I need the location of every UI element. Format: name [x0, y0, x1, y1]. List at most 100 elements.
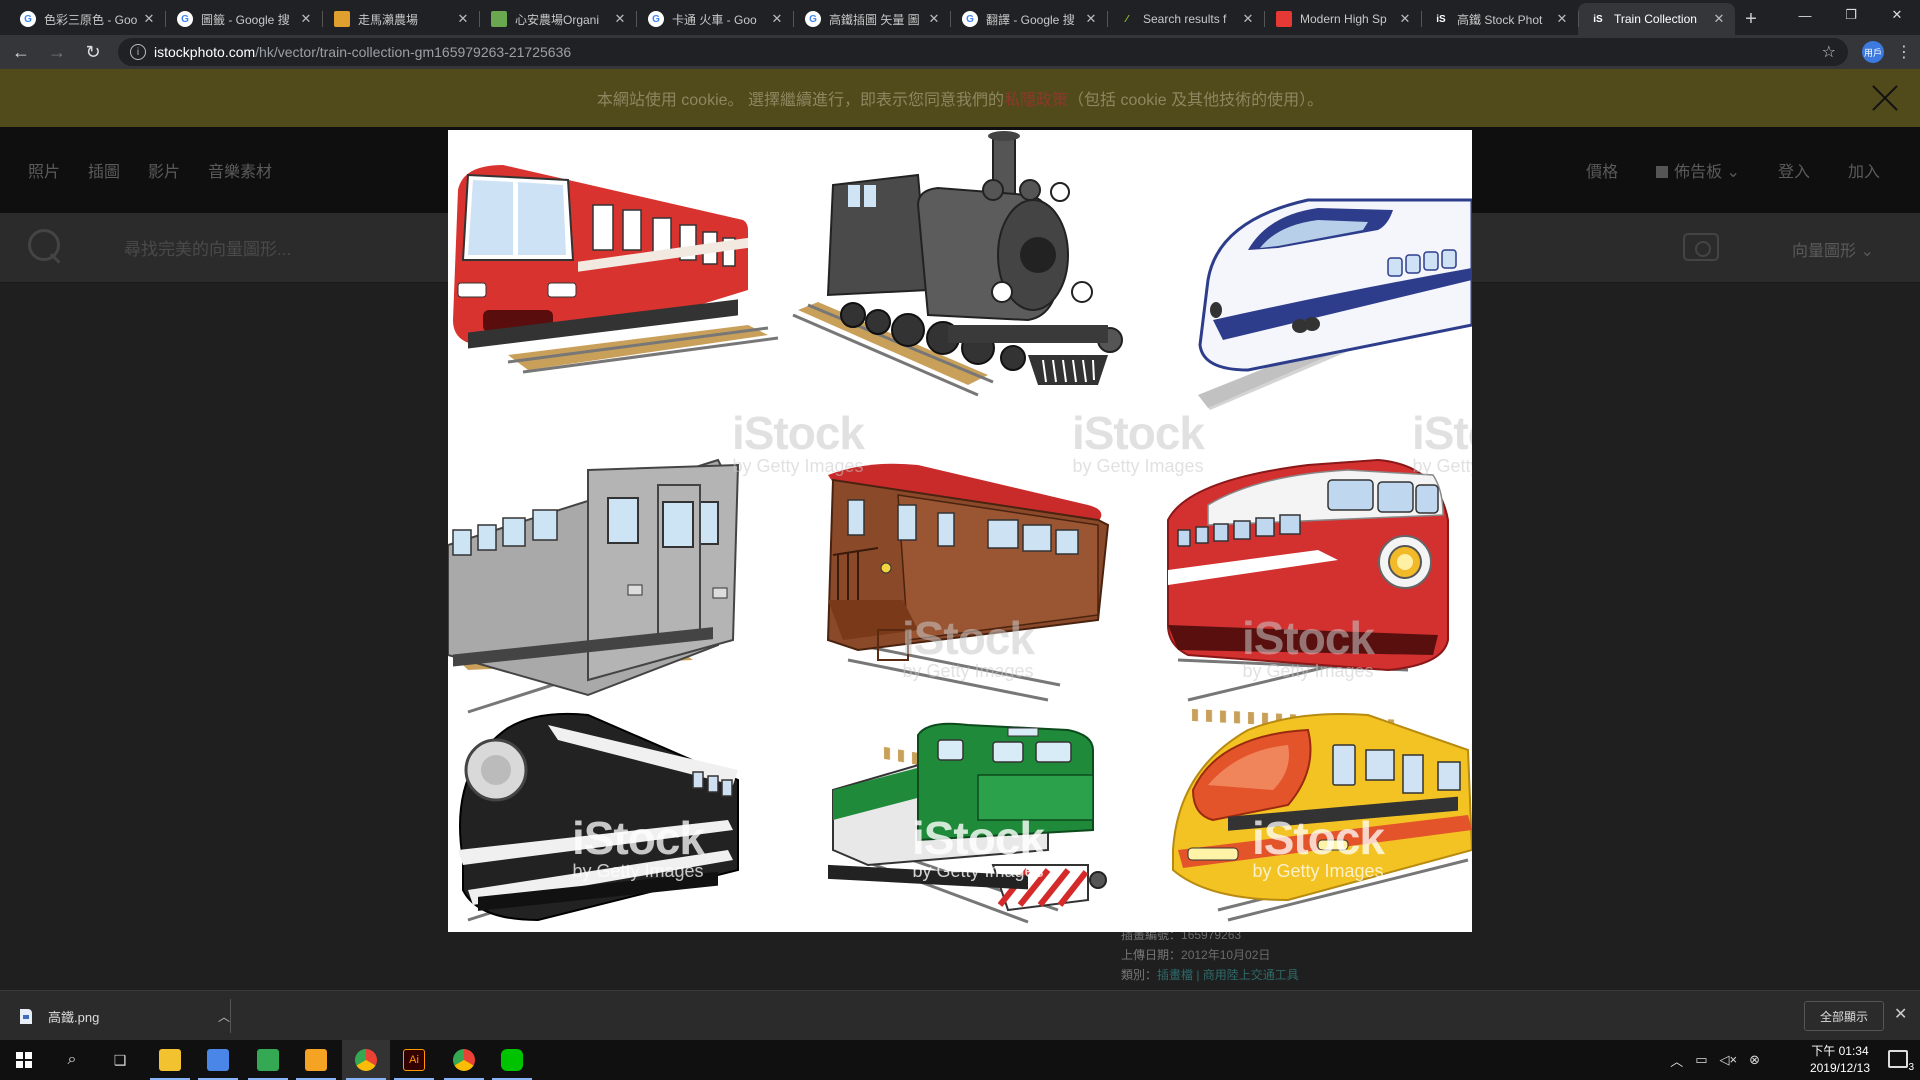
category-links[interactable]: 插畫檔 | 商用陸上交通工具: [1157, 968, 1299, 982]
download-item[interactable]: 高鐵.png ︿: [20, 999, 230, 1033]
chrome-profile-icon[interactable]: [440, 1040, 488, 1080]
action-center-icon[interactable]: [1888, 1050, 1908, 1068]
sheets-icon[interactable]: [244, 1040, 292, 1080]
tab-title: 翻譯 - Google 搜: [986, 12, 1075, 27]
istock-favicon-icon: iS: [1593, 13, 1603, 25]
new-tab-button[interactable]: +: [1735, 3, 1767, 35]
train-silver-subway: [448, 458, 740, 714]
minimize-button[interactable]: —: [1782, 0, 1828, 30]
chevron-up-icon[interactable]: ︿: [218, 1008, 230, 1025]
warning-icon[interactable]: ⊗: [1749, 1052, 1760, 1068]
profile-avatar[interactable]: 用戶: [1862, 41, 1884, 63]
system-tray: ︿ ▭ ◁× ⊗: [1670, 1040, 1760, 1080]
notification-count: 3: [1908, 1062, 1914, 1073]
cookie-banner: 本網站使用 cookie。 選擇繼續進行，即表示您同意我們的 私隱政策 （包括 co…: [0, 69, 1920, 127]
pdf-favicon-icon: [1276, 11, 1292, 27]
nav-login[interactable]: 登入: [1778, 158, 1810, 182]
site-info-icon[interactable]: i: [130, 44, 146, 60]
back-button[interactable]: ←: [6, 37, 36, 67]
browser-tab[interactable]: Modern High Sp ✕: [1264, 3, 1421, 35]
chrome-icon[interactable]: [342, 1040, 390, 1080]
tray-chevron-icon[interactable]: ︿: [1670, 1051, 1683, 1070]
site-favicon-icon: [334, 11, 350, 27]
volume-muted-icon[interactable]: ◁×: [1720, 1052, 1738, 1068]
search-icon[interactable]: [28, 229, 62, 263]
close-window-button[interactable]: ✕: [1874, 0, 1920, 30]
search-taskbar-icon[interactable]: ⌕: [48, 1040, 96, 1080]
browser-menu-icon[interactable]: ⋮: [1896, 42, 1912, 62]
clock[interactable]: 下午 01:34 2019/12/13: [1810, 1043, 1870, 1077]
docs-icon[interactable]: [194, 1040, 242, 1080]
nav-board[interactable]: 佈告板 ⌄: [1656, 158, 1740, 182]
site-favicon-icon: [491, 11, 507, 27]
file-explorer-icon[interactable]: [146, 1040, 194, 1080]
nav-music[interactable]: 音樂素材: [208, 158, 272, 182]
train-collection-illustration: [448, 131, 1472, 924]
train-steam-locomotive: [792, 131, 1123, 397]
search-input[interactable]: 尋找完美的向量圖形...: [124, 235, 291, 260]
train-red-streamliner: [1167, 458, 1449, 732]
bookmark-star-icon[interactable]: ☆: [1822, 42, 1836, 62]
browser-tab[interactable]: G 翻譯 - Google 搜 ✕: [950, 3, 1107, 35]
tab-title: Train Collection: [1614, 12, 1697, 26]
reload-button[interactable]: ↻: [78, 37, 108, 67]
browser-tab[interactable]: G 圖籤 - Google 搜 ✕: [165, 3, 322, 35]
browser-tab[interactable]: G 色彩三原色 - Goo ✕: [8, 3, 165, 35]
upload-date-value: 2012年10月02日: [1181, 948, 1271, 962]
start-button[interactable]: [0, 1040, 48, 1080]
browser-tab[interactable]: 心安農場Organi ✕: [479, 3, 636, 35]
google-favicon-icon: G: [177, 11, 193, 27]
privacy-policy-link[interactable]: 私隱政策: [1004, 86, 1068, 110]
nav-join[interactable]: 加入: [1848, 158, 1880, 182]
forward-button[interactable]: →: [42, 37, 72, 67]
cookie-text: 本網站使用 cookie。 選擇繼續進行，即表示您同意我們的: [596, 92, 1004, 109]
browser-tab[interactable]: G 高鐵插圖 矢量 圖 ✕: [793, 3, 950, 35]
url-path: /hk/vector/train-collection-gm165979263-…: [255, 44, 572, 60]
show-all-button[interactable]: 全部顯示: [1804, 1001, 1884, 1031]
tab-close-icon[interactable]: ✕: [612, 11, 628, 27]
tab-close-icon[interactable]: ✕: [1711, 11, 1727, 27]
slides-icon[interactable]: [292, 1040, 340, 1080]
asset-type-filter[interactable]: 向量圖形 ⌄: [1792, 237, 1874, 261]
line-app-icon[interactable]: [488, 1040, 536, 1080]
windows-taskbar: ⌕ ❑ Ai ︿ ▭ ◁× ⊗ 下午 01:34 2019/12/13 3: [0, 1040, 1920, 1080]
task-view-icon[interactable]: ❑: [96, 1040, 144, 1080]
browser-tab[interactable]: iS Train Collection ✕: [1578, 3, 1735, 35]
network-icon[interactable]: ▭: [1695, 1052, 1707, 1068]
nav-pricing[interactable]: 價格: [1586, 158, 1618, 182]
browser-tab[interactable]: G 卡通 火車 - Goo ✕: [636, 3, 793, 35]
browser-tab[interactable]: 走馬瀨農場 ✕: [322, 3, 479, 35]
tab-close-icon[interactable]: ✕: [455, 11, 471, 27]
tab-close-icon[interactable]: ✕: [769, 11, 785, 27]
asset-details: 插畫編號：165979263 上傳日期：2012年10月02日 類別：插畫檔 |…: [1121, 925, 1299, 985]
tab-close-icon[interactable]: ✕: [298, 11, 314, 27]
image-lightbox[interactable]: iStock by Getty Images iStock by Getty Ima…: [448, 130, 1472, 932]
train-black-streamline: [458, 712, 739, 922]
url-domain: istockphoto.com: [154, 44, 256, 60]
camera-search-icon[interactable]: [1683, 233, 1719, 261]
nav-photos[interactable]: 照片: [28, 158, 60, 182]
restore-button[interactable]: ❐: [1828, 0, 1874, 30]
tab-title: 走馬瀨農場: [358, 12, 419, 27]
tab-title: Search results f: [1143, 12, 1227, 26]
browser-tab[interactable]: iS 高鐵 Stock Phot ✕: [1421, 3, 1578, 35]
nav-illustrations[interactable]: 插圖: [88, 158, 120, 182]
illustrator-icon[interactable]: Ai: [390, 1040, 438, 1080]
tab-close-icon[interactable]: ✕: [926, 11, 942, 27]
tab-close-icon[interactable]: ✕: [1240, 11, 1256, 27]
cookie-close-icon[interactable]: [1868, 81, 1902, 115]
browser-toolbar: ← → ↻ i istockphoto.com/hk/vector/train-…: [0, 35, 1920, 69]
tab-close-icon[interactable]: ✕: [1083, 11, 1099, 27]
close-shelf-icon[interactable]: ✕: [1894, 1004, 1907, 1024]
google-favicon-icon: G: [20, 11, 36, 27]
asset-type-filter-label: 向量圖形: [1792, 243, 1857, 260]
browser-tab[interactable]: ⁄ Search results f ✕: [1107, 3, 1264, 35]
tab-close-icon[interactable]: ✕: [1397, 11, 1413, 27]
tab-close-icon[interactable]: ✕: [1554, 11, 1570, 27]
address-bar[interactable]: i istockphoto.com/hk/vector/train-collec…: [118, 38, 1848, 66]
tab-title: Modern High Sp: [1300, 12, 1387, 26]
tab-close-icon[interactable]: ✕: [141, 11, 157, 27]
board-icon: [1656, 166, 1669, 178]
nav-videos[interactable]: 影片: [148, 158, 180, 182]
istock-favicon-icon: iS: [1436, 13, 1446, 25]
